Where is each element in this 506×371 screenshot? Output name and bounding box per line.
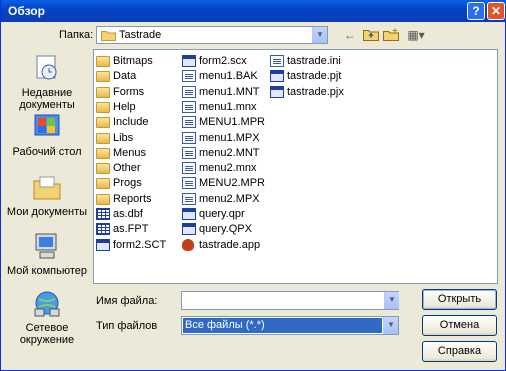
help-title-button[interactable]: ?: [467, 2, 485, 20]
file-name: MENU2.MPR: [199, 177, 266, 190]
folder-icon: [96, 101, 110, 113]
folder-icon: [96, 163, 110, 175]
open-dialog: Обзор ? ✕ Папка: Tastrade ▼ ← ▦▾ Недавни…: [0, 0, 506, 371]
cancel-button[interactable]: Отмена: [422, 315, 497, 336]
place-mycomputer[interactable]: Мой компьютер: [5, 232, 89, 277]
file-name: menu2.MPX: [199, 192, 260, 205]
folder-icon: [96, 178, 110, 190]
file-icon: [182, 70, 196, 83]
up-folder-icon[interactable]: [363, 28, 379, 42]
filetype-value: Все файлы (*.*): [183, 318, 382, 333]
file-name: Forms: [113, 85, 145, 98]
window-title: Обзор: [8, 4, 45, 18]
file-name: tastrade.app: [199, 238, 261, 251]
network-places-icon: [31, 289, 63, 319]
chevron-down-icon[interactable]: ▼: [383, 317, 398, 334]
help-button[interactable]: Справка: [422, 341, 497, 362]
close-button[interactable]: ✕: [487, 2, 505, 20]
places-bar: Недавние документы Рабочий стол Мои доку…: [5, 49, 89, 367]
file-name: tastrade.pjt: [287, 70, 342, 83]
file-icon: [182, 223, 196, 236]
file-icon: [96, 208, 110, 220]
file-icon: [182, 208, 196, 220]
folder-icon: [96, 193, 110, 205]
filetype-label: Тип файлов: [96, 320, 158, 332]
my-computer-icon: [31, 232, 63, 262]
place-recent[interactable]: Недавние документы: [5, 54, 89, 111]
file-icon: [270, 55, 284, 67]
file-name: Help: [113, 100, 136, 113]
file-icon: [182, 85, 196, 98]
file-icon: [182, 100, 196, 113]
file-name: Progs: [113, 177, 142, 190]
filetype-select[interactable]: Все файлы (*.*) ▼: [181, 316, 399, 335]
filename-label: Имя файла:: [96, 295, 158, 307]
file-name: tastrade.ini: [287, 55, 341, 67]
file-name: Libs: [113, 131, 134, 144]
folder-icon: [96, 71, 110, 83]
place-network[interactable]: Сетевое окружение: [5, 289, 89, 346]
file-name: Bitmaps: [113, 55, 153, 67]
new-folder-icon[interactable]: [383, 28, 399, 42]
file-name: as.FPT: [113, 223, 149, 236]
file-name: query.QPX: [199, 223, 252, 236]
file-name: menu1.MNT: [199, 85, 260, 98]
file-icon: [182, 131, 196, 144]
folder-icon: [96, 132, 110, 144]
file-name: Include: [113, 116, 149, 129]
place-mydocs[interactable]: Мои документы: [5, 173, 89, 218]
file-icon: [182, 146, 196, 159]
file-name: query.qpr: [199, 208, 245, 220]
file-icon: [182, 55, 196, 67]
filename-input[interactable]: [181, 291, 399, 310]
file-name: Data: [113, 70, 137, 83]
file-name: menu1.MPX: [199, 131, 260, 144]
file-name: as.dbf: [113, 208, 143, 220]
file-name: menu1.mnx: [199, 100, 257, 113]
file-icon: [182, 238, 194, 251]
file-name: form2.scx: [199, 55, 247, 67]
file-name: Reports: [113, 192, 152, 205]
place-label: Мои документы: [6, 206, 88, 218]
file-name: Other: [113, 162, 141, 175]
file-name: menu2.MNT: [199, 146, 260, 159]
file-icon: [182, 177, 196, 190]
lookin-combobox[interactable]: Tastrade ▼: [96, 26, 328, 44]
back-icon[interactable]: ←: [343, 28, 357, 42]
my-documents-icon: [31, 173, 63, 203]
title-bar[interactable]: Обзор ? ✕: [1, 0, 506, 22]
chevron-down-icon[interactable]: ▼: [384, 292, 399, 309]
lookin-value: Tastrade: [119, 29, 162, 41]
folder-icon: [96, 117, 110, 129]
chevron-down-icon[interactable]: ▼: [312, 27, 327, 43]
file-name: tastrade.pjx: [287, 85, 344, 98]
place-label: Сетевое окружение: [19, 322, 75, 346]
file-icon: [270, 70, 284, 83]
place-label: Недавние документы: [19, 87, 75, 111]
folder-icon: [96, 86, 110, 98]
place-label: Рабочий стол: [12, 146, 82, 158]
file-icon: [96, 238, 110, 251]
open-button[interactable]: Открыть: [422, 289, 497, 310]
file-icon: [96, 223, 110, 236]
file-icon: [182, 192, 196, 205]
recent-documents-icon: [31, 54, 63, 84]
folder-icon: [96, 56, 110, 67]
place-label: Мой компьютер: [6, 265, 88, 277]
file-name: Menus: [113, 146, 147, 159]
file-icon: [182, 116, 196, 129]
file-name: menu2.mnx: [199, 162, 257, 175]
file-name: MENU1.MPR: [199, 116, 266, 129]
views-menu-icon[interactable]: ▦▾: [403, 28, 429, 42]
desktop-icon: [31, 113, 63, 143]
file-name: menu1.BAK: [199, 70, 258, 83]
place-desktop[interactable]: Рабочий стол: [5, 113, 89, 158]
folder-icon: [96, 147, 110, 159]
file-icon: [182, 162, 196, 175]
folder-icon: [101, 30, 116, 44]
file-name: form2.SCT: [113, 238, 167, 251]
lookin-label: Папка:: [59, 29, 94, 41]
file-icon: [270, 85, 284, 98]
file-list[interactable]: Bitmaps Data Forms Help Include Libs Menus Othe…: [93, 49, 498, 284]
